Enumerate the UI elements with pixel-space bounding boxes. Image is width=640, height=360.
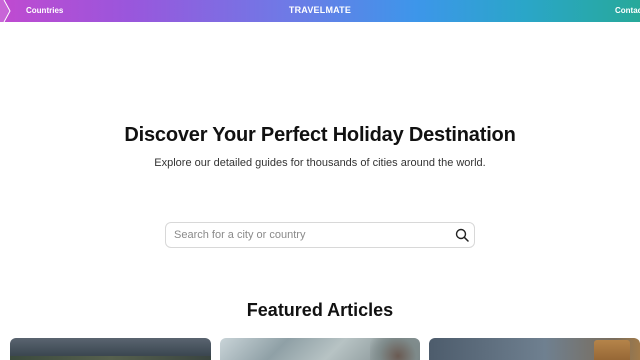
nav-link-contact[interactable]: Contact	[615, 6, 640, 15]
search-icon[interactable]	[455, 228, 469, 242]
featured-articles-heading: Featured Articles	[246, 300, 394, 320]
article-card-image[interactable]	[220, 338, 420, 360]
tree-image	[370, 338, 420, 360]
top-nav: Countries TRAVELMATE Contact	[0, 0, 640, 22]
hero-subtitle: Explore our detailed guides for thousand…	[154, 157, 486, 169]
article-card-image[interactable]	[10, 338, 211, 360]
tower-image	[594, 340, 630, 360]
article-card-image[interactable]	[429, 338, 640, 360]
landscape-image	[10, 356, 211, 360]
search-input[interactable]	[174, 223, 444, 247]
brand-logo[interactable]: TRAVELMATE	[0, 5, 640, 15]
search-box	[165, 222, 475, 248]
hero-title: Discover Your Perfect Holiday Destinatio…	[124, 124, 516, 146]
